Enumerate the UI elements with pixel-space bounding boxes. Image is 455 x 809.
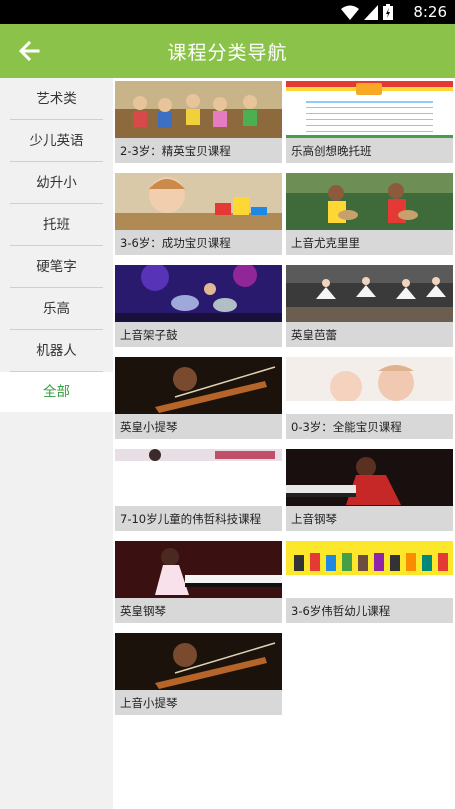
course-card[interactable]: 7-10岁儿童的伟哲科技课程: [115, 449, 282, 531]
course-thumbnail: [115, 173, 282, 230]
course-card[interactable]: 上音小提琴: [115, 633, 282, 715]
sidebar-item-lego[interactable]: 乐高: [0, 288, 113, 330]
course-label: 0-3岁：全能宝贝课程: [291, 420, 402, 434]
course-label: 乐高创想晚托班: [291, 144, 372, 158]
course-thumbnail: [115, 81, 282, 138]
sidebar-item-robotics[interactable]: 机器人: [0, 330, 113, 372]
course-card[interactable]: 上音架子鼓: [115, 265, 282, 347]
course-label: 上音架子鼓: [120, 328, 178, 342]
course-thumbnail: [115, 357, 282, 414]
sidebar-item-all[interactable]: 全部: [0, 372, 113, 412]
course-card[interactable]: 英皇小提琴: [115, 357, 282, 439]
course-label: 英皇小提琴: [120, 420, 178, 434]
course-thumbnail: [115, 541, 282, 598]
course-label: 3-6岁：成功宝贝课程: [120, 236, 231, 250]
course-thumbnail: [115, 633, 282, 690]
page-title: 课程分类导航: [167, 42, 288, 64]
course-card[interactable]: 上音尤克里里: [286, 173, 453, 255]
status-icons: [341, 4, 393, 20]
course-thumbnail: [286, 265, 453, 322]
course-card[interactable]: 0-3岁：全能宝贝课程: [286, 357, 453, 439]
wifi-icon: [341, 5, 359, 20]
course-thumbnail: [286, 449, 453, 506]
course-card[interactable]: 3-6岁伟哲幼儿课程: [286, 541, 453, 623]
course-label: 上音钢琴: [291, 512, 337, 526]
course-thumbnail: [115, 449, 282, 506]
course-label: 2-3岁：精英宝贝课程: [120, 144, 231, 158]
course-card[interactable]: 乐高创想晚托班: [286, 81, 453, 163]
sidebar-item-arts[interactable]: 艺术类: [0, 78, 113, 120]
battery-icon: [383, 4, 393, 20]
course-card[interactable]: 上音钢琴: [286, 449, 453, 531]
course-label: 英皇钢琴: [120, 604, 166, 618]
course-thumbnail: [286, 541, 453, 598]
course-thumbnail: [286, 357, 453, 414]
sidebar-item-hard-pen-calligraphy[interactable]: 硬笔字: [0, 246, 113, 288]
course-card[interactable]: 3-6岁：成功宝贝课程: [115, 173, 282, 255]
status-bar: 8:26: [0, 0, 455, 24]
category-sidebar: 艺术类 少儿英语 幼升小 托班 硬笔字 乐高 机器人 全部: [0, 78, 113, 809]
course-label: 3-6岁伟哲幼儿课程: [291, 604, 391, 618]
course-thumbnail: [115, 265, 282, 322]
course-thumbnail: [286, 173, 453, 230]
course-card[interactable]: 英皇钢琴: [115, 541, 282, 623]
course-label: 上音小提琴: [120, 696, 178, 710]
course-thumbnail: [286, 81, 453, 138]
course-label: 7-10岁儿童的伟哲科技课程: [120, 512, 262, 526]
course-label: 上音尤克里里: [291, 236, 360, 250]
course-label: 英皇芭蕾: [291, 328, 337, 342]
sidebar-item-kids-english[interactable]: 少儿英语: [0, 120, 113, 162]
course-card[interactable]: 英皇芭蕾: [286, 265, 453, 347]
status-time: 8:26: [413, 3, 447, 21]
sidebar-item-preschool-to-primary[interactable]: 幼升小: [0, 162, 113, 204]
sidebar-item-nursery[interactable]: 托班: [0, 204, 113, 246]
signal-icon: [364, 5, 378, 20]
app-header: 课程分类导航: [0, 24, 455, 78]
course-card[interactable]: 2-3岁：精英宝贝课程: [115, 81, 282, 163]
